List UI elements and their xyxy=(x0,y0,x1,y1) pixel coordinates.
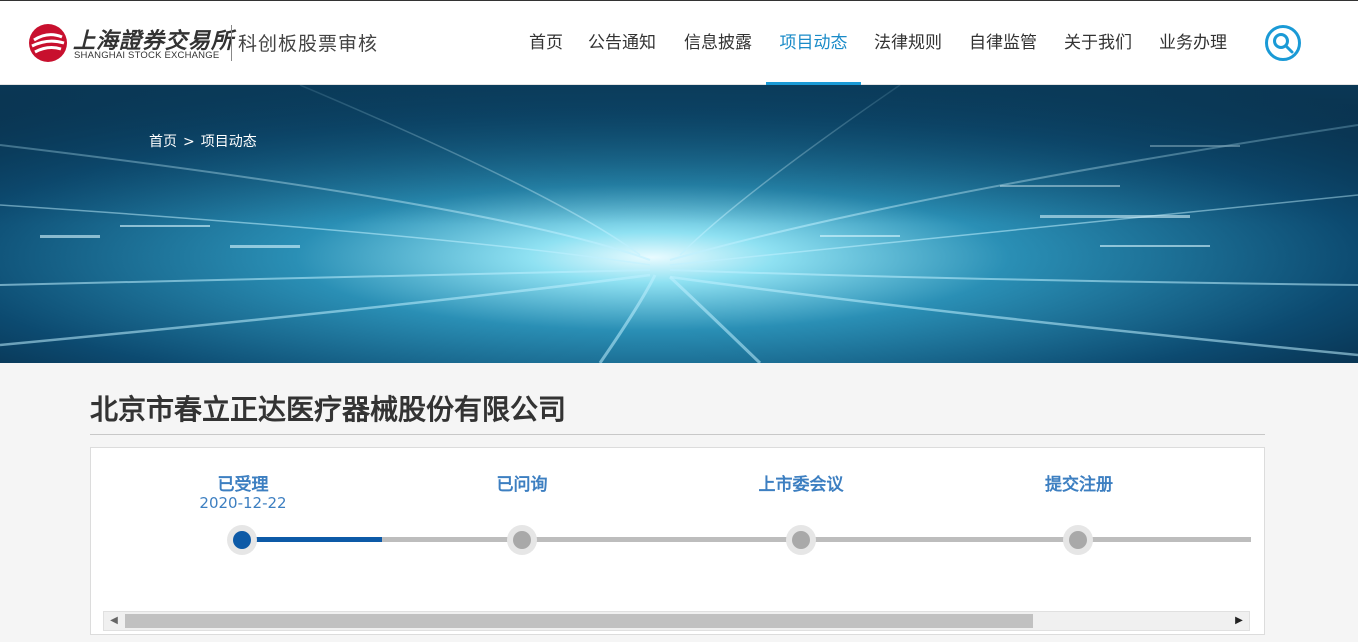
breadcrumb-home[interactable]: 首页 xyxy=(149,134,177,150)
company-title: 北京市春立正达医疗器械股份有限公司 xyxy=(90,393,567,426)
step-node-accepted xyxy=(227,525,257,555)
sse-logo[interactable]: 上海證券交易所 SHANGHAI STOCK EXCHANGE 科创板股票审核 xyxy=(28,21,388,65)
nav-item-announcements[interactable]: 公告通知 xyxy=(582,1,662,85)
step-node-listing-committee xyxy=(786,525,816,555)
step-label-accepted: 已受理 xyxy=(217,475,269,495)
step-label-registration: 提交注册 xyxy=(1045,475,1113,495)
nav-item-home[interactable]: 首页 xyxy=(516,1,576,85)
sse-logo-icon xyxy=(29,24,67,62)
nav-item-disclosure[interactable]: 信息披露 xyxy=(678,1,758,85)
scrollbar-thumb[interactable] xyxy=(125,614,1033,628)
step-label-listing-committee: 上市委会议 xyxy=(758,475,844,495)
step-date-accepted: 2020-12-22 xyxy=(199,494,287,512)
logo-divider xyxy=(231,25,232,61)
step-node-inquired xyxy=(507,525,537,555)
logo-subtitle: 科创板股票审核 xyxy=(238,33,379,55)
banner-tunnel-image xyxy=(0,85,1358,363)
nav-item-self-regulation[interactable]: 自律监管 xyxy=(963,1,1043,85)
search-button[interactable] xyxy=(1265,25,1301,61)
review-progress-panel: 已受理 2020-12-22 已问询 上市委会议 提交注册 ◀ ▶ xyxy=(90,447,1265,635)
progress-track xyxy=(241,537,1251,542)
scroll-right-arrow-icon[interactable]: ▶ xyxy=(1229,612,1249,630)
search-icon xyxy=(1273,33,1294,54)
nav-item-project-updates[interactable]: 项目动态 xyxy=(766,1,861,86)
horizontal-scrollbar[interactable]: ◀ ▶ xyxy=(103,611,1250,631)
nav-item-laws-rules[interactable]: 法律规则 xyxy=(868,1,948,85)
title-divider xyxy=(90,434,1265,435)
logo-english-name: SHANGHAI STOCK EXCHANGE xyxy=(74,50,220,61)
site-header: 上海證券交易所 SHANGHAI STOCK EXCHANGE 科创板股票审核 … xyxy=(0,0,1358,86)
breadcrumb-current: 项目动态 xyxy=(200,134,257,150)
scroll-left-arrow-icon[interactable]: ◀ xyxy=(104,612,124,630)
step-label-inquired: 已问询 xyxy=(496,475,548,495)
hero-banner: 首页 > 项目动态 xyxy=(0,85,1358,363)
nav-item-about-us[interactable]: 关于我们 xyxy=(1058,1,1138,85)
nav-item-services[interactable]: 业务办理 xyxy=(1153,1,1233,85)
step-node-registration xyxy=(1063,525,1093,555)
breadcrumb: 首页 > 项目动态 xyxy=(149,131,257,151)
progress-track-fill xyxy=(242,537,382,542)
chevron-right-icon: > xyxy=(183,134,195,150)
